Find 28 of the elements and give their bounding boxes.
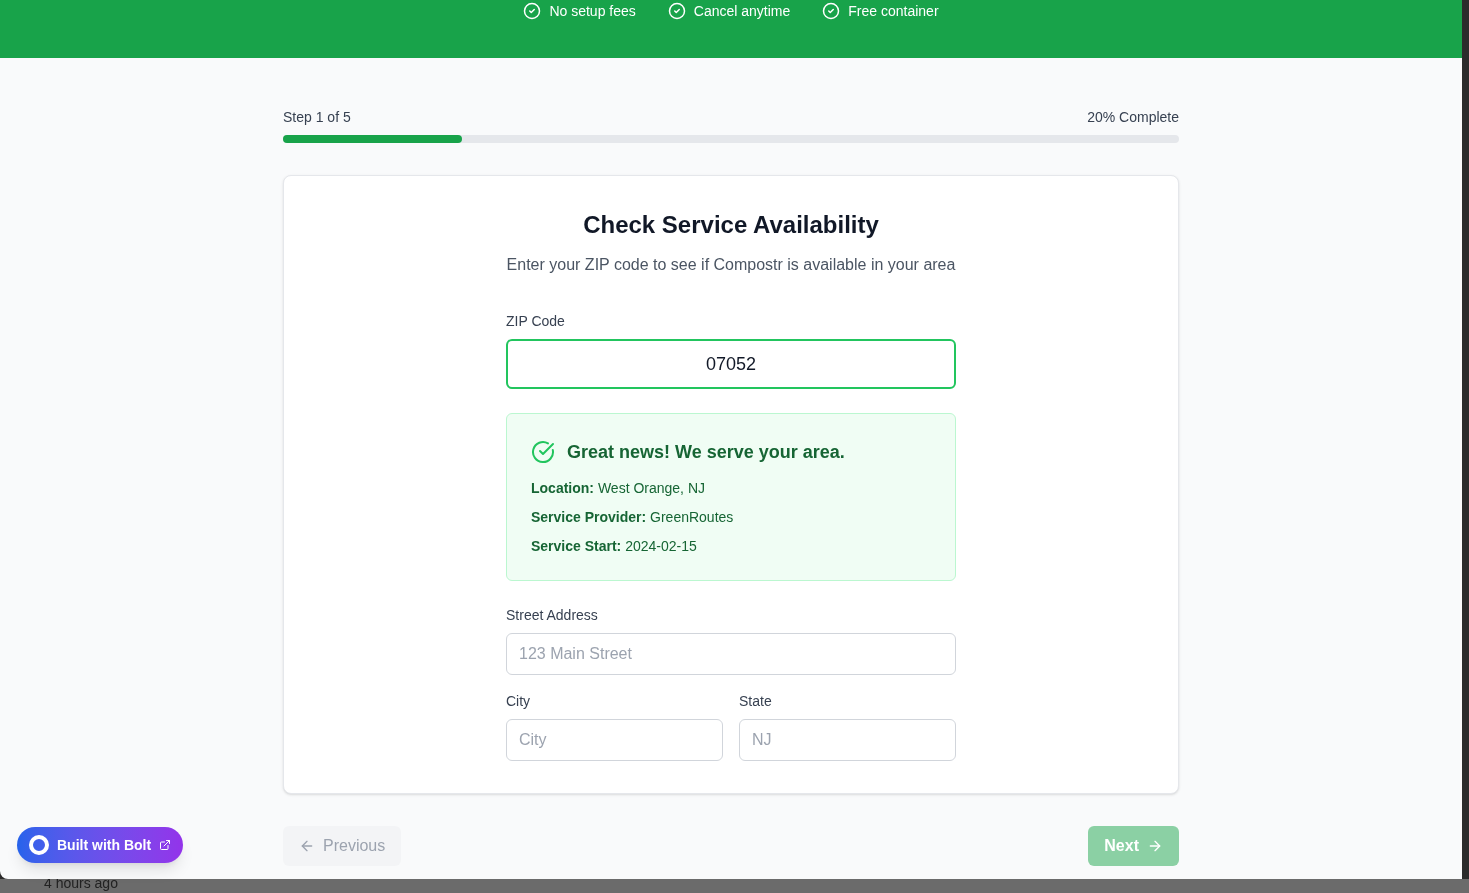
field-label: City [506,692,532,711]
check-circle-icon [531,440,555,464]
input-field[interactable]: 123 Main Street [506,633,956,675]
field-label: ZIP Code [506,312,566,331]
ring-icon [29,835,49,855]
external-link-icon [159,839,172,851]
arrow-left-icon [299,838,315,854]
zip-input[interactable]: 07052 [506,339,956,389]
step-text: Step 1 of 5 [283,108,351,127]
detail-line: Service Start: 2024-02-15 [531,537,698,556]
success-heading: Great news! We serve your area. [567,441,845,464]
detail-line: Service Provider: GreenRoutes [531,508,735,527]
input-field[interactable]: City [506,719,723,761]
percent-text: 20% Complete [1087,108,1179,127]
card-title: Check Service Availability [583,210,879,240]
check-circle-icon [523,2,542,20]
built-with-bolt-badge[interactable]: Built with Bolt [17,827,184,863]
input-field[interactable]: NJ [739,719,956,761]
arrow-right-icon [1147,838,1163,854]
card-subtitle: Enter your ZIP code to see if Compostr is available in your area [506,255,956,275]
feature-text: Cancel anytime [693,2,791,21]
field-label: State [739,692,773,711]
check-circle-icon [667,2,686,20]
feature-text: No setup fees [549,2,636,21]
field-label: Street Address [506,606,599,625]
check-circle-icon [822,2,841,20]
detail-line: Location: West Orange, NJ [531,479,706,498]
feature-text: Free container [848,2,939,21]
